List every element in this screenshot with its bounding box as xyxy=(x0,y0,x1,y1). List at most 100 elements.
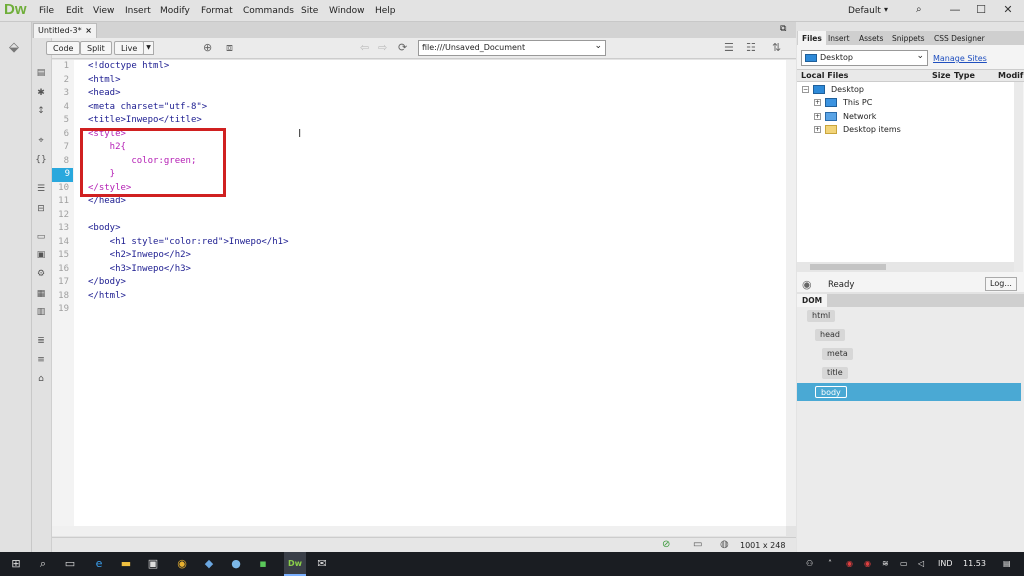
tab-css-designer[interactable]: CSS Designer xyxy=(930,31,989,45)
select-parent-tag-icon[interactable]: ⌖ xyxy=(34,136,48,148)
manage-sites-link[interactable]: Manage Sites xyxy=(933,54,987,63)
outdent-icon[interactable]: ≡ xyxy=(34,355,48,367)
code-line[interactable]: <title>Inwepo</title> xyxy=(88,114,288,128)
menu-modify[interactable]: Modify xyxy=(160,6,190,16)
extract-icon[interactable]: ⬙ xyxy=(9,40,19,55)
move-css-icon[interactable]: ▥ xyxy=(34,307,48,319)
indent-icon[interactable]: ≣ xyxy=(34,336,48,348)
dom-node-body[interactable]: body xyxy=(815,386,847,398)
window-size-readout[interactable]: 1001 x 248 xyxy=(740,541,785,550)
app2-icon[interactable]: ● xyxy=(224,552,248,576)
refresh-icon[interactable]: ⟳ xyxy=(398,41,407,54)
dreamweaver-taskbar-icon[interactable]: Dw xyxy=(283,552,307,576)
live-options-dropdown[interactable]: ▼ xyxy=(143,41,154,55)
close-icon[interactable]: × xyxy=(85,26,92,35)
dom-node-title[interactable]: title xyxy=(822,367,848,379)
sort-icon[interactable]: ⇅ xyxy=(772,41,781,54)
expand-icon[interactable]: + xyxy=(814,126,821,133)
chrome-icon[interactable]: ◉ xyxy=(170,552,194,576)
col-local-files[interactable]: Local Files xyxy=(801,71,848,80)
edge-icon[interactable]: e xyxy=(87,552,111,576)
code-line[interactable]: <html> xyxy=(88,74,288,88)
collapse-tag-icon[interactable]: ✱ xyxy=(34,88,48,100)
tab-assets[interactable]: Assets xyxy=(855,31,887,45)
apply-comment-icon[interactable]: ▭ xyxy=(34,232,48,244)
tab-insert[interactable]: Insert xyxy=(824,31,854,45)
wifi-icon[interactable]: ≋ xyxy=(882,559,889,568)
back-arrow-icon[interactable]: ⇦ xyxy=(360,41,369,54)
tab-dom[interactable]: DOM xyxy=(797,294,827,307)
col-size[interactable]: Size xyxy=(932,71,951,80)
highlight-invalid-icon[interactable]: ⊟ xyxy=(34,204,48,216)
menu-file[interactable]: File xyxy=(39,6,54,16)
line-numbers-icon[interactable]: ☰ xyxy=(34,184,48,196)
code-line[interactable] xyxy=(88,209,288,223)
menu-view[interactable]: View xyxy=(93,6,114,16)
code-line[interactable]: </body> xyxy=(88,276,288,290)
col-type[interactable]: Type xyxy=(954,71,975,80)
wrap-tag-icon[interactable]: ⚙ xyxy=(34,269,48,281)
tree-item-desktop-items[interactable]: + Desktop items xyxy=(814,123,901,136)
search-icon[interactable]: ⌕ xyxy=(916,4,922,15)
live-code-icon[interactable]: ⧈ xyxy=(226,41,233,55)
task-view-icon[interactable]: ▭ xyxy=(58,552,82,576)
split-view-button[interactable]: Split xyxy=(80,41,112,55)
code-line[interactable]: <meta charset="utf-8"> xyxy=(88,101,288,115)
volume-icon[interactable]: ◁ xyxy=(918,559,924,568)
workspace-layout-dropdown[interactable]: Default xyxy=(848,6,881,16)
tab-files[interactable]: Files xyxy=(798,31,826,45)
address-bar[interactable]: file:///Unsaved_Document ⌄ xyxy=(418,40,606,56)
tree-item-desktop[interactable]: − Desktop xyxy=(802,83,864,96)
menu-commands[interactable]: Commands xyxy=(243,6,294,16)
vertical-scrollbar[interactable] xyxy=(786,60,796,526)
tray-app-icon[interactable]: ◉ xyxy=(864,559,871,568)
dom-node-html[interactable]: html xyxy=(807,310,836,322)
log-button[interactable]: Log... xyxy=(985,277,1017,291)
menu-window[interactable]: Window xyxy=(329,6,365,16)
record-icon[interactable]: ◉ xyxy=(846,559,853,568)
format-icon[interactable]: ☰ xyxy=(724,41,734,54)
search-icon[interactable]: ⌕ xyxy=(31,552,55,576)
file-explorer-icon[interactable]: ▬ xyxy=(114,552,138,576)
open-documents-icon[interactable]: ▤ xyxy=(34,68,48,80)
collapse-selection-icon[interactable]: ↕ xyxy=(34,106,48,118)
file-management-icon[interactable]: ☷ xyxy=(746,41,756,54)
dom-node-meta[interactable]: meta xyxy=(822,348,853,360)
remove-comment-icon[interactable]: ▣ xyxy=(34,250,48,262)
scroll-thumb[interactable] xyxy=(810,264,886,270)
menu-insert[interactable]: Insert xyxy=(125,6,151,16)
sync-icon[interactable]: ◉ xyxy=(802,278,812,291)
language-indicator[interactable]: IND xyxy=(938,559,953,568)
store-icon[interactable]: ▣ xyxy=(141,552,165,576)
chevron-down-icon[interactable]: ⌄ xyxy=(594,41,602,51)
expand-icon[interactable]: + xyxy=(814,113,821,120)
menu-format[interactable]: Format xyxy=(201,6,233,16)
balance-braces-icon[interactable]: {} xyxy=(34,155,48,167)
menu-site[interactable]: Site xyxy=(301,6,318,16)
tree-item-network[interactable]: + Network xyxy=(814,110,876,123)
code-line[interactable]: <h3>Inwepo</h3> xyxy=(88,263,288,277)
code-line[interactable]: </head> xyxy=(88,195,288,209)
live-view-button[interactable]: Live xyxy=(114,41,145,55)
horizontal-scrollbar[interactable] xyxy=(52,526,786,536)
expand-icon[interactable]: + xyxy=(814,99,821,106)
code-line[interactable]: <h2>Inwepo</h2> xyxy=(88,249,288,263)
minimize-button[interactable]: — xyxy=(942,2,968,18)
forward-arrow-icon[interactable]: ⇨ xyxy=(378,41,387,54)
inspect-icon[interactable]: ⊕ xyxy=(203,41,212,54)
code-line[interactable]: </html> xyxy=(88,290,288,304)
dom-node-head[interactable]: head xyxy=(815,329,845,341)
restore-icon[interactable]: ⧉ xyxy=(780,24,786,34)
recent-snippets-icon[interactable]: ▦ xyxy=(34,289,48,301)
tab-untitled-3[interactable]: Untitled-3* × xyxy=(33,23,97,38)
notifications-icon[interactable]: ▤ xyxy=(1003,559,1011,568)
menu-edit[interactable]: Edit xyxy=(66,6,83,16)
code-line[interactable] xyxy=(88,303,288,317)
line-icon[interactable]: ▪ xyxy=(251,552,275,576)
battery-icon[interactable]: ▭ xyxy=(900,559,908,568)
menu-help[interactable]: Help xyxy=(375,6,396,16)
chevron-up-icon[interactable]: ˄ xyxy=(828,559,832,568)
clock[interactable]: 11.53 xyxy=(963,559,986,568)
format-source-icon[interactable]: ⌂ xyxy=(34,374,48,386)
code-line[interactable]: <body> xyxy=(88,222,288,236)
